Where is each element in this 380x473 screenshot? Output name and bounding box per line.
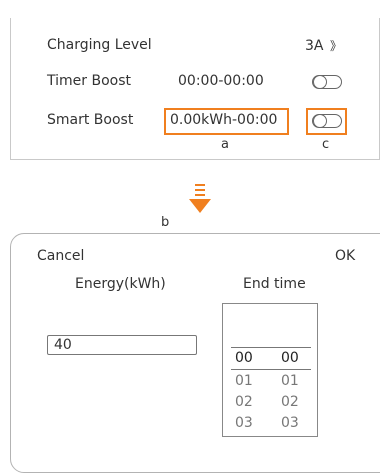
cancel-button[interactable]: Cancel [37,248,84,264]
smart-boost-toggle[interactable] [312,114,342,128]
picker-minute-selected[interactable]: 00 [281,350,299,366]
picker-hour-option[interactable]: 01 [235,373,253,389]
picker-divider-top [231,347,311,348]
picker-minute-option[interactable]: 02 [281,394,299,410]
energy-label: Energy(kWh) [75,276,166,292]
energy-input[interactable]: 40 [47,335,197,355]
toggle-knob-icon [313,75,327,89]
smart-boost-label: Smart Boost [47,112,134,128]
timer-boost-label: Timer Boost [47,73,131,89]
charging-level-label: Charging Level [47,37,152,53]
picker-hour-option[interactable]: 03 [235,415,253,431]
charging-level-current: 3A [305,38,324,54]
picker-minute-option[interactable]: 01 [281,373,299,389]
annotation-a: a [221,137,229,152]
annotation-c: c [322,137,330,152]
picker-divider-bottom [231,369,311,370]
picker-hour-selected[interactable]: 00 [235,350,253,366]
timer-boost-time[interactable]: 00:00-00:00 [178,73,264,89]
picker-minute-option[interactable]: 03 [281,415,299,431]
annotation-b: b [161,215,170,230]
toggle-knob-icon [313,114,327,128]
smart-boost-value[interactable]: 0.00kWh-00:00 [170,112,277,128]
chevron-right-icon: 》 [329,39,342,53]
end-time-label: End time [243,276,306,292]
end-time-picker[interactable]: 00 00 01 01 02 02 03 03 [222,303,318,437]
picker-hour-option[interactable]: 02 [235,394,253,410]
ok-button[interactable]: OK [335,248,355,264]
charging-level-value[interactable]: 3A 》 [305,37,342,54]
timer-boost-toggle[interactable] [312,75,342,89]
